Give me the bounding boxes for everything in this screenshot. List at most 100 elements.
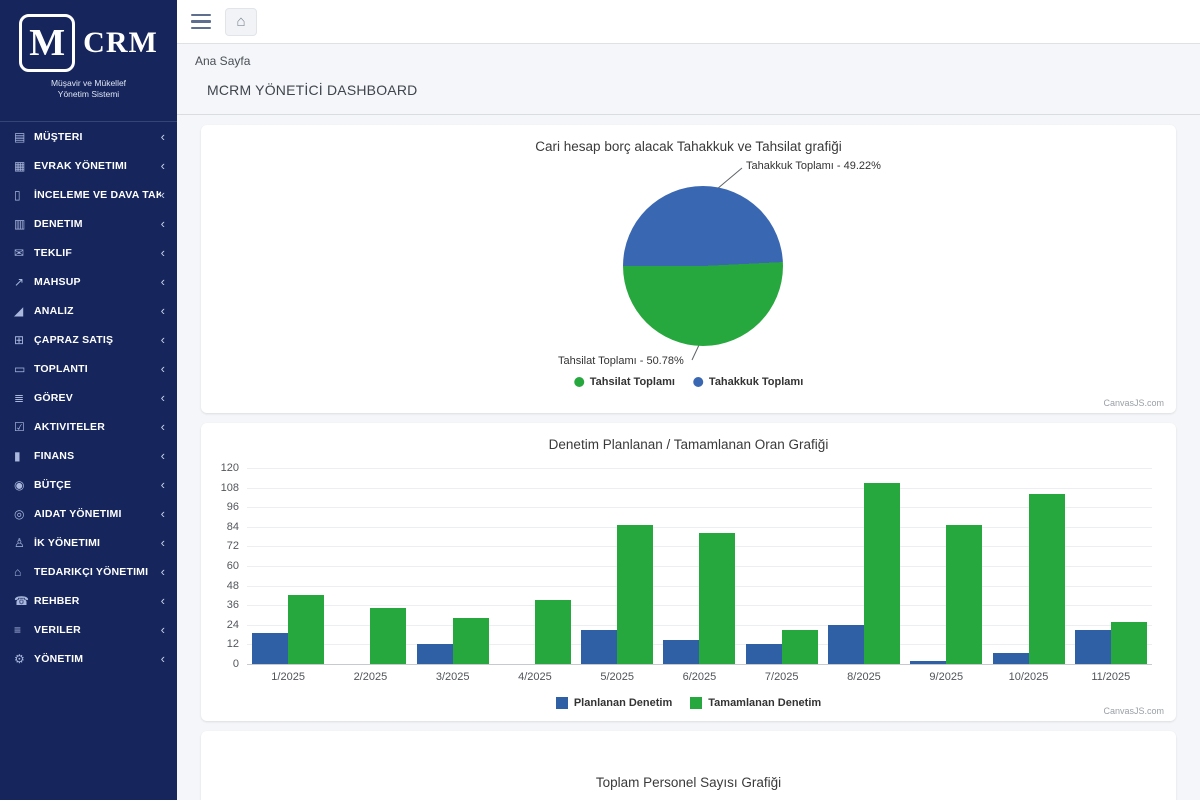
bar[interactable]	[699, 533, 735, 664]
sidebar-item-label: AKTIVITELER	[34, 421, 105, 433]
bar[interactable]	[370, 608, 406, 664]
x-axis-label: 2/2025	[329, 671, 411, 683]
bar-group-9/2025	[905, 468, 987, 664]
sidebar-item-label: ÇAPRAZ SATIŞ	[34, 334, 113, 346]
legend-item[interactable]: Planlanan Denetim	[556, 697, 672, 709]
bar-chart-plot: 01224364860728496108120	[247, 468, 1152, 664]
canvasjs-credit-link[interactable]: CanvasJS.com	[1103, 706, 1164, 716]
bar[interactable]	[782, 630, 818, 664]
sidebar-item-tedarikci-yonetimi[interactable]: ⌂TEDARIKÇI YÖNETIMI‹	[0, 557, 177, 586]
bar[interactable]	[663, 640, 699, 665]
legend-item[interactable]: Tahakkuk Toplamı	[693, 376, 803, 388]
bar[interactable]	[864, 483, 900, 664]
legend-swatch-icon	[556, 697, 568, 709]
app-root: M CRM Müşavir ve Mükellef Yönetim Sistem…	[0, 0, 1200, 800]
bar[interactable]	[453, 618, 489, 664]
sidebar-item-aktiviteler[interactable]: ☑AKTIVITELER‹	[0, 412, 177, 441]
bar[interactable]	[581, 630, 617, 664]
y-axis-label: 24	[227, 619, 239, 631]
offer-icon: ✉	[14, 246, 34, 260]
pie-chart: Tahakkuk Toplamı - 49.22% Tahsilat Topla…	[201, 158, 1176, 402]
chevron-left-icon: ‹	[161, 333, 165, 346]
hamburger-icon	[191, 14, 211, 17]
bar[interactable]	[746, 644, 782, 664]
legend-label: Tamamlanan Denetim	[708, 697, 821, 709]
bar[interactable]	[252, 633, 288, 664]
sidebar-toggle-button[interactable]	[191, 14, 213, 30]
sidebar-item-label: VERILER	[34, 624, 81, 636]
bar[interactable]	[1075, 630, 1111, 664]
sidebar-item-label: MAHSUP	[34, 276, 81, 288]
pie-callout-tahakkuk: Tahakkuk Toplamı - 49.22%	[746, 160, 881, 172]
bar[interactable]	[828, 625, 864, 664]
gridline	[247, 664, 1152, 665]
bar[interactable]	[535, 600, 571, 664]
sidebar-item-finans[interactable]: ▮FINANS‹	[0, 441, 177, 470]
home-button[interactable]: ⌂	[225, 8, 257, 36]
sidebar-item-label: GÖREV	[34, 392, 73, 404]
bar[interactable]	[617, 525, 653, 664]
sidebar-item-denetim[interactable]: ▥DENETIM‹	[0, 209, 177, 238]
chevron-left-icon: ‹	[161, 246, 165, 259]
legend-item[interactable]: Tamamlanan Denetim	[690, 697, 821, 709]
sidebar-item-rehber[interactable]: ☎REHBER‹	[0, 586, 177, 615]
dashboard-content: Cari hesap borç alacak Tahakkuk ve Tahsi…	[177, 115, 1200, 800]
bar[interactable]	[910, 661, 946, 664]
app-logo[interactable]: M CRM Müşavir ve Mükellef Yönetim Sistem…	[0, 0, 177, 122]
sidebar-item-analiz[interactable]: ◢ANALIZ‹	[0, 296, 177, 325]
meeting-icon: ▭	[14, 362, 34, 376]
bar[interactable]	[1029, 494, 1065, 664]
bar[interactable]	[1111, 622, 1147, 664]
breadcrumb-home-link[interactable]: Ana Sayfa	[195, 54, 250, 68]
bar-legend: Planlanan Denetim Tamamlanan Denetim	[201, 697, 1176, 709]
canvasjs-credit-link[interactable]: CanvasJS.com	[1103, 398, 1164, 408]
pie-graphic[interactable]	[623, 186, 783, 346]
bar[interactable]	[417, 644, 453, 664]
legend-item[interactable]: Tahsilat Toplamı	[574, 376, 675, 388]
sidebar-item-toplanti[interactable]: ▭TOPLANTI‹	[0, 354, 177, 383]
chevron-left-icon: ‹	[161, 391, 165, 404]
x-axis-label: 4/2025	[494, 671, 576, 683]
x-axis-label: 11/2025	[1070, 671, 1152, 683]
chevron-left-icon: ‹	[161, 130, 165, 143]
wallet-icon: ▮	[14, 449, 34, 463]
chevron-left-icon: ‹	[161, 565, 165, 578]
dues-icon: ◎	[14, 507, 34, 521]
supplier-icon: ⌂	[14, 565, 34, 579]
sidebar-item-yonetim[interactable]: ⚙YÖNETIM‹	[0, 644, 177, 673]
bar[interactable]	[946, 525, 982, 664]
sidebar-item-label: REHBER	[34, 595, 80, 607]
sidebar-item-aidat-yonetimi[interactable]: ◎AIDAT YÖNETIMI‹	[0, 499, 177, 528]
sidebar-item-evrak-yonetimi[interactable]: ▦EVRAK YÖNETIMI‹	[0, 151, 177, 180]
bar[interactable]	[288, 595, 324, 664]
sidebar-item-label: İNCELEME VE DAVA TAKIP	[34, 189, 161, 201]
sidebar-item-teklif[interactable]: ✉TEKLIF‹	[0, 238, 177, 267]
sidebar-item-gorev[interactable]: ≣GÖREV‹	[0, 383, 177, 412]
sidebar-item-veriler[interactable]: ≡VERILER‹	[0, 615, 177, 644]
bar-group-4/2025	[494, 468, 576, 664]
bar[interactable]	[993, 653, 1029, 664]
bar-group-10/2025	[987, 468, 1069, 664]
sidebar-item-musteri[interactable]: ▤MÜŞTERI‹	[0, 122, 177, 151]
chevron-left-icon: ‹	[161, 478, 165, 491]
y-axis-label: 0	[233, 658, 239, 670]
sidebar-item-mahsup[interactable]: ↗MAHSUP‹	[0, 267, 177, 296]
table-icon: ▦	[14, 159, 34, 173]
x-axis-label: 7/2025	[741, 671, 823, 683]
bar-groups	[247, 468, 1152, 664]
legend-label: Tahakkuk Toplamı	[709, 376, 803, 388]
main-area: ⌂ Ana Sayfa MCRM YÖNETİCİ DASHBOARD Cari…	[177, 0, 1200, 800]
budget-icon: ◉	[14, 478, 34, 492]
bar-chart-card: Denetim Planlanan / Tamamlanan Oran Graf…	[201, 423, 1176, 721]
sidebar-item-capraz-satis[interactable]: ⊞ÇAPRAZ SATIŞ‹	[0, 325, 177, 354]
breadcrumb: Ana Sayfa	[195, 54, 1182, 68]
sidebar-item-butce[interactable]: ◉BÜTÇE‹	[0, 470, 177, 499]
sidebar-item-label: DENETIM	[34, 218, 83, 230]
transfer-icon: ↗	[14, 275, 34, 289]
sidebar-item-inceleme-ve-dava-takip[interactable]: ▯İNCELEME VE DAVA TAKIP‹	[0, 180, 177, 209]
chevron-left-icon: ‹	[161, 594, 165, 607]
brand-name: CRM	[83, 26, 158, 60]
sidebar-item-ik-yonetimi[interactable]: ♙İK YÖNETIMI‹	[0, 528, 177, 557]
legend-label: Planlanan Denetim	[574, 697, 672, 709]
pie-chart-title: Cari hesap borç alacak Tahakkuk ve Tahsi…	[201, 125, 1176, 154]
